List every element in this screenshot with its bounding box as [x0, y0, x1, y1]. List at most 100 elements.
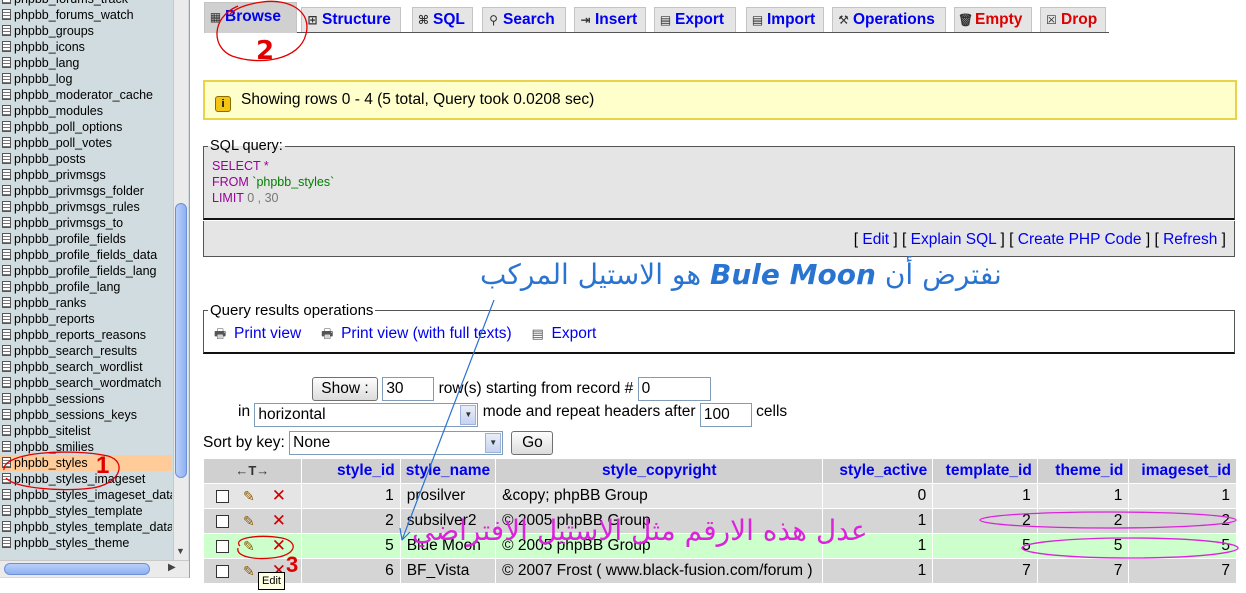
- table-row[interactable]: ✎ ✕ 6 BF_Vista © 2007 Frost ( www.black-fusi…: [203, 558, 1237, 584]
- scroll-right-arrow-icon[interactable]: ▶: [168, 562, 176, 573]
- sort-key-select[interactable]: None ▼: [289, 431, 504, 455]
- print-view-full-link[interactable]: Print view (with full texts): [341, 325, 512, 342]
- sidebar-table-item[interactable]: phpbb_profile_fields_lang: [0, 263, 172, 279]
- table-icon[interactable]: [2, 409, 11, 420]
- table-icon[interactable]: [2, 393, 11, 404]
- sidebar-table-item[interactable]: phpbb_moderator_cache: [0, 87, 172, 103]
- sidebar-table-item[interactable]: phpbb_privmsgs_rules: [0, 199, 172, 215]
- rows-count-input[interactable]: 30: [382, 377, 435, 401]
- sidebar-table-item[interactable]: phpbb_search_results: [0, 343, 172, 359]
- table-icon[interactable]: [2, 105, 11, 116]
- table-icon[interactable]: [2, 9, 11, 20]
- sidebar-table-item[interactable]: phpbb_poll_votes: [0, 135, 172, 151]
- sidebar-table-item[interactable]: phpbb_ranks: [0, 295, 172, 311]
- sidebar-table-item[interactable]: phpbb_styles_template: [0, 503, 172, 519]
- column-move-arrows[interactable]: ←T→: [203, 458, 302, 484]
- table-icon[interactable]: [2, 297, 11, 308]
- column-header-style-copyright[interactable]: style_copyright: [495, 458, 824, 484]
- display-mode-select[interactable]: horizontal ▼: [254, 403, 479, 427]
- table-icon[interactable]: [2, 377, 11, 388]
- sidebar-table-item[interactable]: phpbb_forums_watch: [0, 7, 172, 23]
- delete-icon[interactable]: ✕: [269, 486, 289, 506]
- repeat-headers-input[interactable]: 100: [699, 403, 752, 427]
- column-header-template-id[interactable]: template_id: [932, 458, 1038, 484]
- sidebar-table-item[interactable]: phpbb_search_wordmatch: [0, 375, 172, 391]
- pencil-icon[interactable]: ✎: [239, 488, 259, 505]
- sidebar-table-item[interactable]: phpbb_reports: [0, 311, 172, 327]
- table-row[interactable]: ✎ ✕ 2 subsilver2 © 2005 phpBB Group 1 2 2 2: [203, 508, 1237, 534]
- horizontal-scrollbar-thumb[interactable]: [4, 563, 150, 575]
- table-icon[interactable]: [2, 361, 11, 372]
- horizontal-scrollbar[interactable]: ▶: [0, 560, 189, 577]
- column-header-style-id[interactable]: style_id: [300, 458, 401, 484]
- sidebar-table-item[interactable]: phpbb_privmsgs_to: [0, 215, 172, 231]
- column-header-style-active[interactable]: style_active: [822, 458, 934, 484]
- table-icon[interactable]: [2, 73, 11, 84]
- table-icon[interactable]: [2, 41, 11, 52]
- sidebar-table-item[interactable]: phpbb_smilies: [0, 439, 172, 455]
- chevron-down-icon[interactable]: ▼: [460, 405, 477, 425]
- table-icon[interactable]: [2, 345, 11, 356]
- sidebar-table-item[interactable]: phpbb_forums_track: [0, 0, 172, 7]
- sidebar-table-item[interactable]: phpbb_sessions_keys: [0, 407, 172, 423]
- table-icon[interactable]: [2, 57, 11, 68]
- sidebar-table-item[interactable]: phpbb_styles_template_data: [0, 519, 172, 535]
- show-button[interactable]: Show :: [312, 377, 378, 401]
- go-button[interactable]: Go: [511, 431, 554, 455]
- start-record-input[interactable]: 0: [637, 377, 711, 401]
- sidebar-table-item[interactable]: phpbb_poll_options: [0, 119, 172, 135]
- table-icon[interactable]: [2, 153, 11, 164]
- sidebar-table-item[interactable]: phpbb_search_wordlist: [0, 359, 172, 375]
- tab-insert[interactable]: ⇥ Insert: [574, 7, 646, 32]
- table-icon[interactable]: [2, 137, 11, 148]
- table-icon[interactable]: [2, 169, 11, 180]
- sidebar-table-item[interactable]: phpbb_styles: [0, 455, 172, 471]
- sidebar-table-item[interactable]: phpbb_privmsgs_folder: [0, 183, 172, 199]
- table-icon[interactable]: [2, 521, 11, 532]
- tab-empty[interactable]: 🗑 Empty: [954, 7, 1032, 32]
- table-icon[interactable]: [2, 489, 11, 500]
- table-icon[interactable]: [2, 537, 11, 548]
- table-icon[interactable]: [2, 281, 11, 292]
- pencil-icon[interactable]: ✎: [239, 513, 259, 530]
- vertical-scrollbar-thumb[interactable]: [175, 203, 187, 478]
- table-icon[interactable]: [2, 329, 11, 340]
- table-icon[interactable]: [2, 265, 11, 276]
- column-header-theme-id[interactable]: theme_id: [1036, 458, 1130, 484]
- vertical-scrollbar[interactable]: ▼: [173, 0, 188, 560]
- table-row[interactable]: ✎ ✕ 5 Blue Moon © 2005 phpBB Group 1 5 5 5: [203, 533, 1237, 559]
- table-icon[interactable]: [2, 505, 11, 516]
- table-icon[interactable]: [2, 201, 11, 212]
- create-php-code-link[interactable]: Create PHP Code: [1018, 231, 1142, 248]
- table-icon[interactable]: [2, 233, 11, 244]
- tab-operations[interactable]: ⚒ Operations: [832, 7, 946, 32]
- row-checkbox[interactable]: [215, 540, 229, 553]
- tab-drop[interactable]: ☒ Drop: [1040, 7, 1106, 32]
- table-icon[interactable]: [2, 25, 11, 36]
- sidebar-table-item[interactable]: phpbb_styles_theme: [0, 535, 172, 551]
- table-icon[interactable]: [2, 249, 11, 260]
- sidebar-table-item[interactable]: phpbb_profile_lang: [0, 279, 172, 295]
- explain-sql-link[interactable]: Explain SQL: [911, 231, 997, 248]
- table-icon[interactable]: [2, 441, 11, 452]
- tab-browse[interactable]: ▦ Browse: [204, 2, 297, 33]
- pencil-icon[interactable]: ✎: [239, 563, 259, 580]
- scroll-down-arrow-icon[interactable]: ▼: [176, 546, 185, 556]
- edit-query-link[interactable]: Edit: [862, 231, 889, 248]
- table-icon[interactable]: [2, 425, 11, 436]
- row-checkbox[interactable]: [215, 490, 229, 503]
- print-view-link[interactable]: Print view: [234, 325, 301, 342]
- row-checkbox[interactable]: [215, 565, 229, 578]
- table-icon[interactable]: [2, 121, 11, 132]
- tab-export[interactable]: ▤ Export: [654, 7, 736, 32]
- sidebar-table-item[interactable]: phpbb_reports_reasons: [0, 327, 172, 343]
- pencil-icon[interactable]: ✎: [239, 538, 259, 555]
- sidebar-table-item[interactable]: phpbb_groups: [0, 23, 172, 39]
- row-checkbox[interactable]: [215, 515, 229, 528]
- delete-icon[interactable]: ✕: [269, 511, 289, 531]
- table-icon[interactable]: [2, 89, 11, 100]
- table-icon[interactable]: [2, 473, 11, 484]
- sidebar-table-item[interactable]: phpbb_styles_imageset: [0, 471, 172, 487]
- table-icon[interactable]: [2, 0, 11, 4]
- sidebar-table-item[interactable]: phpbb_sitelist: [0, 423, 172, 439]
